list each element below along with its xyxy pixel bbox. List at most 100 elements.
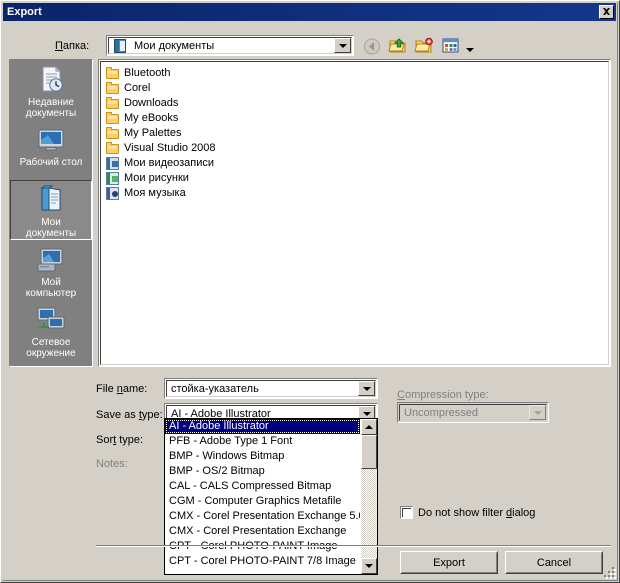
create-new-folder-icon [414, 37, 433, 53]
file-list-item-label: Bluetooth [124, 66, 171, 79]
compression-type-value: Uncompressed [404, 406, 478, 419]
look-in-label: Папка: [55, 40, 89, 52]
file-list-item[interactable]: Visual Studio 2008 [105, 140, 608, 155]
scroll-down-button[interactable] [361, 558, 377, 574]
file-list-item-label: My Palettes [124, 126, 182, 139]
place-label-4: Сетевое [31, 337, 71, 348]
network-places-icon [35, 305, 67, 335]
views-dropdown-arrow[interactable] [465, 36, 474, 57]
file-list-item-label: Мои видеозаписи [124, 156, 215, 169]
file-name-combo[interactable]: стойка-указатель [164, 378, 378, 399]
close-button[interactable] [599, 5, 614, 19]
file-list-item[interactable]: Моя музыка [105, 185, 608, 200]
button-separator [96, 545, 611, 547]
place-item-4[interactable]: Сетевое окружение [10, 300, 92, 360]
compression-type-inner: Uncompressed [399, 404, 547, 421]
do-not-show-filter-dialog-label: Do not show filter dialog [418, 507, 535, 519]
do-not-show-filter-dialog-row[interactable]: Do not show filter dialog [400, 506, 535, 519]
window-title: Export [7, 6, 42, 18]
save-as-type-label-pre: Save as [96, 409, 139, 421]
file-list-item[interactable]: My Palettes [105, 125, 608, 140]
do-not-show-filter-dialog-checkbox[interactable] [400, 506, 413, 519]
file-name-label: File name: [96, 383, 147, 395]
file-list-item-label: Visual Studio 2008 [124, 141, 216, 154]
file-list-item-label: Corel [124, 81, 151, 94]
file-list-item[interactable]: Мои рисунки [105, 170, 608, 185]
close-icon [603, 8, 610, 15]
recent-documents-icon [35, 65, 67, 95]
dropdown-item[interactable]: BMP - Windows Bitmap [165, 449, 360, 464]
file-list-item[interactable]: Corel [105, 80, 608, 95]
dropdown-item[interactable]: AI - Adobe Illustrator [165, 419, 360, 434]
look-in-accel: П [55, 40, 63, 52]
compression-type-combo: Uncompressed [397, 402, 549, 423]
dropdown-scrollbar[interactable] [361, 419, 377, 574]
place-label-3: Мой [41, 277, 61, 288]
place-item-0[interactable]: Недавние документы [10, 60, 92, 120]
file-list-inner: Bluetooth Corel Downloads My eBooks My Palet… [100, 61, 609, 365]
music-folder-icon [105, 186, 121, 200]
place-label-1: Рабочий стол [19, 157, 83, 168]
my-documents-small-icon [112, 38, 130, 54]
folder-icon [105, 96, 121, 110]
chevron-up-icon [365, 425, 373, 429]
file-list-item-label: Моя музыка [124, 186, 186, 199]
do-not-show-pre: Do not show filter [418, 506, 507, 519]
place-item-3[interactable]: Мой компьютер [10, 240, 92, 300]
look-in-combo-inner: Мои документы [108, 37, 352, 54]
chevron-down-icon [365, 564, 373, 568]
up-one-level-button[interactable] [387, 36, 409, 57]
place-item-1[interactable]: Рабочий стол [10, 120, 92, 180]
file-list[interactable]: Bluetooth Corel Downloads My eBooks My Palet… [98, 59, 611, 367]
scrollbar-thumb[interactable] [361, 435, 377, 469]
resize-grip[interactable] [603, 566, 616, 579]
folder-icon [105, 66, 121, 80]
place-item-2[interactable]: Мои документы [10, 180, 92, 240]
folder-icon [105, 111, 121, 125]
dropdown-items: AI - Adobe Illustrator PFB - Adobe Type 1… [165, 419, 360, 574]
dropdown-item[interactable]: PFB - Adobe Type 1 Font [165, 434, 360, 449]
pictures-folder-icon [105, 171, 121, 185]
file-name-value: стойка-указатель [171, 382, 259, 395]
dropdown-item[interactable]: CMX - Corel Presentation Exchange 5.0 [165, 509, 360, 524]
export-button[interactable]: Export [400, 551, 498, 574]
sort-type-label-pre: Sor [96, 434, 114, 446]
save-as-type-dropdown-list[interactable]: AI - Adobe Illustrator PFB - Adobe Type 1… [164, 418, 378, 575]
file-list-item-label: Downloads [124, 96, 179, 109]
sort-type-label: Sort type: [96, 434, 143, 446]
dropdown-item[interactable]: BMP - OS/2 Bitmap [165, 464, 360, 479]
cancel-button[interactable]: Cancel [505, 551, 603, 574]
scroll-up-button[interactable] [361, 419, 377, 435]
folder-icon [105, 126, 121, 140]
save-as-type-label-post: ype: [141, 409, 163, 421]
file-list-item[interactable]: Bluetooth [105, 65, 608, 80]
look-in-combo[interactable]: Мои документы [106, 35, 354, 56]
file-name-dropdown-arrow[interactable] [358, 381, 375, 396]
file-list-item[interactable]: Мои видеозаписи [105, 155, 608, 170]
cancel-button-inner: Cancel [506, 552, 602, 573]
place-label-2b: документы [25, 228, 77, 239]
back-button[interactable] [361, 36, 383, 57]
dropdown-item[interactable]: CAL - CALS Compressed Bitmap [165, 479, 360, 494]
compression-type-label-post: ompression type: [404, 389, 489, 401]
folder-icon [105, 141, 121, 155]
my-computer-icon [35, 245, 67, 275]
dropdown-item[interactable]: CMX - Corel Presentation Exchange [165, 524, 360, 539]
dropdown-item[interactable]: CGM - Computer Graphics Metafile [165, 494, 360, 509]
views-button[interactable] [439, 36, 461, 57]
notes-label: Notes: [96, 458, 128, 470]
scrollbar-track[interactable] [361, 435, 377, 558]
look-in-value: Мои документы [134, 39, 215, 52]
compression-type-label: Compression type: [397, 389, 489, 401]
chevron-down-icon [338, 43, 347, 48]
file-name-inner: стойка-указатель [166, 380, 376, 397]
create-new-folder-button[interactable] [413, 36, 435, 57]
file-list-item[interactable]: My eBooks [105, 110, 608, 125]
sort-type-label-post: type: [116, 434, 144, 446]
export-dialog: Export Папка: Мои документы Недавние док… [0, 0, 620, 583]
dropdown-item[interactable]: CPT - Corel PHOTO-PAINT 7/8 Image [165, 554, 360, 569]
file-list-item[interactable]: Downloads [105, 95, 608, 110]
look-in-dropdown-arrow[interactable] [334, 38, 351, 53]
chevron-down-icon [465, 47, 474, 52]
desktop-icon [35, 125, 67, 155]
